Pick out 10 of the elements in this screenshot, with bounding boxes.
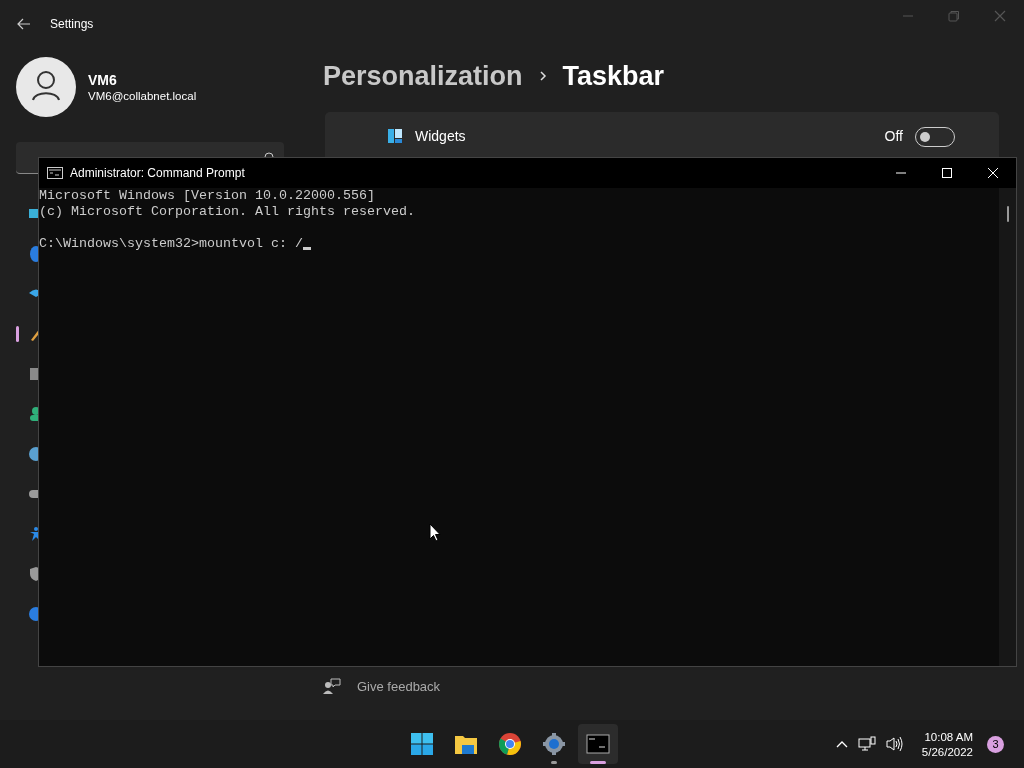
console-line: (c) Microsoft Corporation. All rights reserved. xyxy=(39,204,416,220)
console-line: Microsoft Windows [Version 10.0.22000.556] xyxy=(39,188,376,204)
toggle-state-label: Off xyxy=(884,128,903,144)
setting-label: Widgets xyxy=(415,128,466,144)
window-title: Settings xyxy=(50,17,94,31)
user-name: VM6 xyxy=(88,72,118,88)
user-email: VM6@collabnet.local xyxy=(88,90,197,102)
window-title: Administrator: Command Prompt xyxy=(70,166,245,180)
page-title: Taskbar xyxy=(562,60,665,92)
command-line: C:\Windows\system32>mountvol c: / xyxy=(39,236,303,252)
